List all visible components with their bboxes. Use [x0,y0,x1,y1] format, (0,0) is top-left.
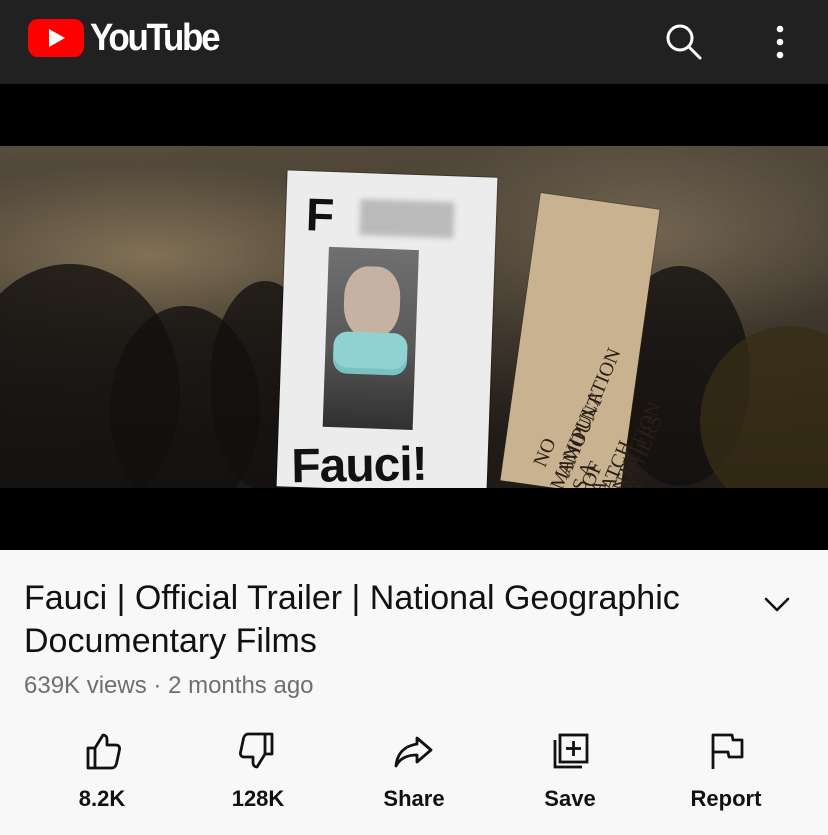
more-vertical-icon [776,25,784,59]
like-count: 8.2K [78,786,126,811]
video-metadata: 639K views · 2 months ago [24,671,314,701]
save-button[interactable]: Save [500,730,640,826]
sign-face [342,265,402,340]
expand-description-button[interactable] [753,580,801,628]
dislike-count: 128K [231,786,285,811]
thumbs-up-icon [86,733,121,770]
share-label: Share [383,786,445,811]
youtube-logo[interactable]: YouTube [28,18,229,58]
cardboard-sign-text: NO AMOUNT OF MANIPULATION IS A MATCH FOR… [512,206,667,488]
youtube-play-icon [28,19,84,57]
video-player[interactable]: F Fauci! NO AMOUNT OF MANIPULATION IS A … [0,84,828,550]
view-count: 639K views [24,672,147,699]
video-details: Fauci | Official Trailer | National Geog… [0,550,828,835]
like-button[interactable]: 8.2K [32,730,172,826]
thumbs-down-icon [239,732,274,769]
cardboard-protest-sign: NO AMOUNT OF MANIPULATION IS A MATCH FOR… [500,193,667,488]
blurred-sign-text [359,198,455,239]
sign-bottom-text: Fauci! [290,437,428,488]
face-mask [332,331,408,376]
more-options-button[interactable] [752,14,808,70]
share-button[interactable]: Share [344,730,484,826]
video-actions: 8.2K 128K Share Save Report [0,730,828,830]
search-button[interactable] [656,14,712,70]
report-button[interactable]: Report [656,730,796,826]
save-to-playlist-icon [553,733,589,769]
save-label: Save [544,786,596,811]
upload-age: 2 months ago [168,672,314,699]
sign-top-letter: F [305,188,336,242]
report-flag-icon [711,733,744,769]
fauci-protest-sign: F Fauci! [276,170,498,488]
brand-name: YouTube [90,17,221,59]
meta-separator: · [153,672,162,699]
sign-photo [322,246,419,430]
video-frame: F Fauci! NO AMOUNT OF MANIPULATION IS A … [0,146,828,488]
dislike-button[interactable]: 128K [188,730,328,826]
search-icon [666,24,702,60]
report-label: Report [690,786,762,811]
top-app-bar: YouTube [0,0,828,84]
video-title: Fauci | Official Trailer | National Geog… [24,579,680,660]
share-icon [394,736,433,768]
chevron-down-icon [764,597,790,612]
